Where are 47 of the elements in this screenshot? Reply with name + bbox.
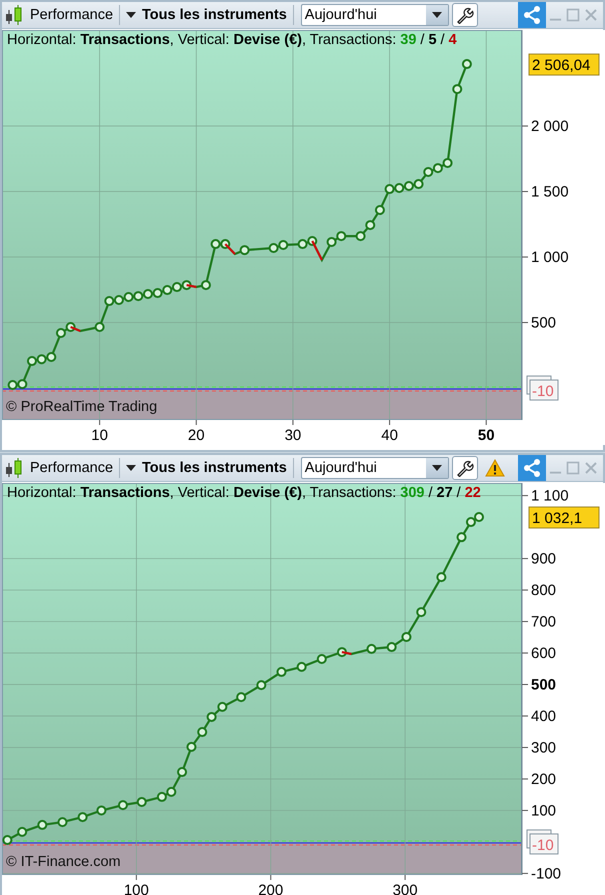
y-tick-label: 900: [531, 550, 556, 568]
copyright-text: © ProRealTime Trading: [6, 399, 158, 415]
x-tick-label: 50: [478, 427, 495, 444]
x-tick-label: 200: [258, 882, 284, 895]
x-tick-label: 100: [124, 882, 149, 895]
transaction-count: 4: [448, 32, 457, 48]
transaction-count: 309: [400, 485, 424, 501]
y-tick-label: -100: [531, 865, 562, 882]
last-value-label: 2 506,04: [528, 54, 600, 76]
performance-tab[interactable]: Performance: [27, 456, 116, 480]
legend-text: Horizontal: Transactions, Vertical: Devise (€), Transactions:: [7, 32, 396, 48]
period-select[interactable]: Aujourd'hui: [300, 4, 449, 26]
y-tick-label: 200: [531, 770, 556, 788]
transaction-count: 27: [436, 485, 453, 501]
performance-tab[interactable]: Performance: [27, 3, 116, 27]
count-separator: /: [420, 32, 424, 48]
transaction-count: 39: [400, 32, 416, 48]
x-tick-label: 40: [381, 427, 398, 444]
y-tick-label: 800: [531, 582, 556, 600]
y-tick-label: 2 000: [531, 118, 569, 136]
y-tick-label: 300: [531, 739, 556, 756]
x-tick-label: 300: [392, 882, 418, 895]
reference-label: -10: [526, 376, 558, 401]
transaction-count: 5: [428, 32, 437, 48]
y-tick-label: 700: [531, 614, 556, 631]
y-tick-label: 500: [531, 676, 556, 694]
y-tick-label: 1 100: [531, 488, 569, 505]
x-tick-label: 30: [284, 427, 302, 444]
y-tick-label: 1 000: [531, 249, 569, 266]
count-separator: /: [456, 485, 461, 501]
y-tick-label: 600: [531, 645, 556, 662]
period-select[interactable]: Aujourd'hui: [300, 457, 449, 479]
count-separator: /: [428, 485, 433, 501]
transaction-count: 22: [464, 485, 481, 501]
y-tick-label: 1 500: [531, 184, 569, 201]
instruments-dropdown[interactable]: Tous les instruments: [123, 456, 290, 480]
reference-label: -10: [526, 829, 558, 854]
copyright-text: © IT-Finance.com: [6, 854, 121, 870]
legend-text: Horizontal: Transactions, Vertical: Devise (€), Transactions:: [7, 485, 396, 501]
last-value-label: 1 032,1: [528, 506, 600, 528]
x-tick-label: 10: [91, 427, 108, 444]
x-tick-label: 20: [188, 427, 205, 444]
y-tick-label: 400: [531, 708, 556, 725]
count-separator: /: [440, 32, 445, 48]
instruments-dropdown[interactable]: Tous les instruments: [123, 3, 290, 27]
y-tick-label: 100: [531, 802, 556, 820]
y-tick-label: 500: [531, 314, 556, 332]
